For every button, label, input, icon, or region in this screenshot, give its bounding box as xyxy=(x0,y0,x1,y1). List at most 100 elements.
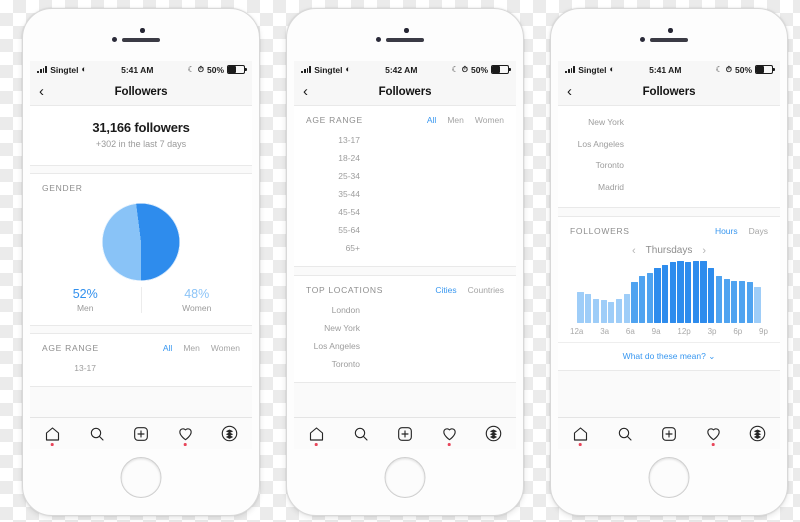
status-bar-right: ☾ ⏱ 50% xyxy=(716,64,775,75)
tab-home[interactable] xyxy=(38,423,66,446)
signal-strength-icon xyxy=(565,66,576,73)
tab-hours[interactable]: Hours xyxy=(715,226,738,236)
hour-bar xyxy=(692,261,700,323)
hour-bar xyxy=(608,301,615,323)
home-button[interactable] xyxy=(384,457,426,498)
signal-strength-icon xyxy=(301,66,312,73)
tab-add-post[interactable] xyxy=(127,423,155,445)
bar-label: 55-64 xyxy=(338,224,360,235)
status-bar-left: Singtel ◐ xyxy=(301,65,351,75)
earpiece-speaker xyxy=(650,38,688,42)
tab-search[interactable] xyxy=(611,423,639,445)
page-title: Followers xyxy=(642,85,696,98)
tab-all[interactable]: All xyxy=(427,115,436,125)
tab-profile[interactable] xyxy=(216,423,244,445)
activity-badge-dot xyxy=(184,442,187,446)
nav-bar: ‹ Followers xyxy=(294,78,516,106)
front-camera-icon xyxy=(668,28,673,33)
status-bar-left: Singtel ◐ xyxy=(565,65,615,75)
back-button[interactable]: ‹ xyxy=(567,84,572,99)
hour-bar xyxy=(754,287,761,323)
tab-women[interactable]: Women xyxy=(475,115,504,125)
hour-tick-label: 12p xyxy=(677,326,691,336)
tab-search[interactable] xyxy=(83,423,111,445)
age-range-tabs: All Men Women xyxy=(427,115,504,125)
tab-all[interactable]: All xyxy=(163,343,172,353)
bar-track xyxy=(631,113,768,132)
back-button[interactable]: ‹ xyxy=(303,84,308,99)
bar-track xyxy=(367,150,504,166)
phone-1-screen: Singtel ◐ 5:41 AM ☾ ⏱ 50% ‹ Followers 31… xyxy=(30,61,252,449)
age-range-card: AGE RANGE All Men Women 13-17 xyxy=(30,333,252,387)
phone-2-screen: Singtel ◐ 5:42 AM ☾ ⏱ 50% ‹ Followers AG… xyxy=(294,61,516,449)
tab-search[interactable] xyxy=(347,423,375,445)
hour-bar xyxy=(738,280,746,323)
nav-bar: ‹ Followers xyxy=(558,78,780,106)
tab-profile[interactable] xyxy=(480,423,508,445)
gender-card: GENDER 52% Men 48% Women xyxy=(30,173,252,326)
proximity-sensor-icon xyxy=(376,37,381,42)
back-button[interactable]: ‹ xyxy=(39,84,44,99)
earpiece-speaker xyxy=(386,38,424,42)
phone-device-3: Singtel ◐ 5:41 AM ☾ ⏱ 50% ‹ Followers Ne… xyxy=(550,8,788,516)
tab-home[interactable] xyxy=(302,423,330,446)
hour-bar xyxy=(585,294,592,323)
hour-bar xyxy=(638,275,646,323)
hour-tick-label: 6p xyxy=(733,326,743,336)
tab-profile[interactable] xyxy=(744,423,772,445)
bar-label: Toronto xyxy=(595,160,624,170)
tab-activity[interactable] xyxy=(435,423,463,446)
status-bar: Singtel ◐ 5:41 AM ☾ ⏱ 50% xyxy=(558,61,780,78)
bar-track xyxy=(367,302,504,318)
tab-add-post[interactable] xyxy=(655,423,683,445)
prev-day-button[interactable]: ‹ xyxy=(632,245,636,257)
page-title: Followers xyxy=(114,85,168,98)
tab-men[interactable]: Men xyxy=(183,343,200,353)
age-range-section-header: AGE RANGE All Men Women xyxy=(30,334,252,357)
hour-bar xyxy=(685,262,692,323)
hour-axis-labels: 12a 3a 6a 9a 12p 3p 6p 9p xyxy=(558,323,780,336)
wifi-icon: ◐ xyxy=(81,64,87,74)
tab-activity[interactable] xyxy=(699,423,727,446)
gender-legend: 52% Men 48% Women xyxy=(30,283,252,325)
search-icon xyxy=(90,427,104,441)
tab-activity[interactable] xyxy=(171,423,199,446)
bar-row: Madrid xyxy=(570,177,768,196)
tab-home[interactable] xyxy=(566,423,594,446)
bar-row: 13-17 xyxy=(42,360,240,376)
phone-bezel-top xyxy=(23,9,259,61)
bar-track xyxy=(367,204,504,220)
tab-days[interactable]: Days xyxy=(749,226,768,236)
bar-row: 45-54 xyxy=(306,204,504,220)
women-label: Women xyxy=(182,303,212,313)
alarm-clock-icon: ⏱ xyxy=(725,64,732,74)
day-switcher: ‹ Thursdays › xyxy=(558,240,780,261)
next-day-button[interactable]: › xyxy=(702,245,706,257)
bar-row: New York xyxy=(306,320,504,336)
home-button[interactable] xyxy=(648,457,690,498)
age-range-title: AGE RANGE xyxy=(306,115,363,125)
status-bar: Singtel ◐ 5:42 AM ☾ ⏱ 50% xyxy=(294,61,516,78)
pie-slices xyxy=(102,203,180,281)
age-range-tabs: All Men Women xyxy=(163,343,240,353)
tab-cities[interactable]: Cities xyxy=(435,285,456,295)
profile-icon xyxy=(221,425,238,442)
top-locations-tabs: Cities Countries xyxy=(435,285,504,295)
bar-track xyxy=(367,168,504,184)
bar-track xyxy=(631,134,768,153)
what-do-these-mean-link[interactable]: What do these mean? ⌄ xyxy=(558,341,780,370)
legend-women: 48% Women xyxy=(140,287,253,313)
home-badge-dot xyxy=(50,442,54,446)
home-button[interactable] xyxy=(120,457,162,498)
battery-percent: 50% xyxy=(206,64,224,75)
home-icon xyxy=(309,426,323,441)
add-post-icon xyxy=(662,426,676,441)
tab-add-post[interactable] xyxy=(391,423,419,445)
hour-bar xyxy=(746,282,753,323)
tab-women[interactable]: Women xyxy=(211,343,240,353)
followers-activity-card: FOLLOWERS Hours Days ‹ Thursdays › 12a 3a… xyxy=(558,215,780,371)
tab-men[interactable]: Men xyxy=(447,115,464,125)
hour-bar xyxy=(654,267,661,323)
bar-label: Toronto xyxy=(331,358,360,369)
tab-countries[interactable]: Countries xyxy=(468,285,504,295)
